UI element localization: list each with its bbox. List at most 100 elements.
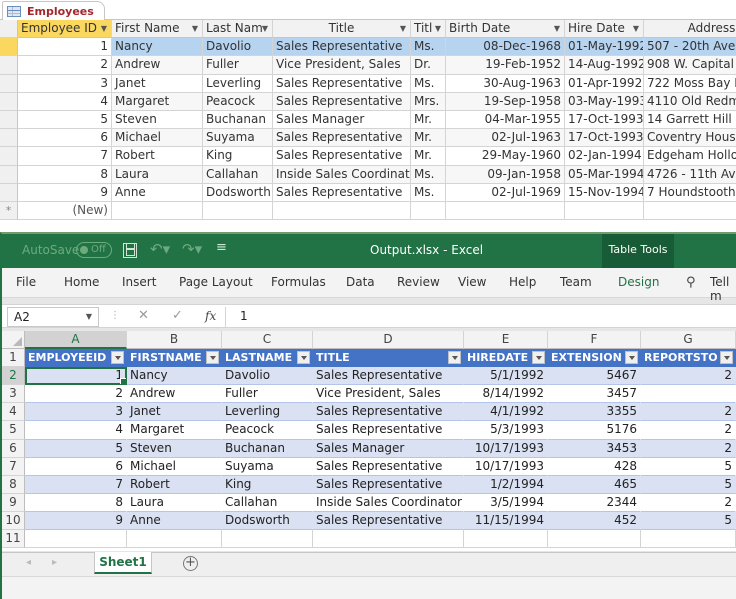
table-cell[interactable]: Michael: [112, 129, 203, 148]
table-cell[interactable]: 7: [18, 147, 112, 166]
table-cell[interactable]: 7 Houndstooth Rd.: [644, 184, 736, 202]
table-row[interactable]: 5 Steven Buchanan Sales Manager Mr. 04-Mar-19…: [0, 110, 736, 130]
table-cell[interactable]: 9: [18, 183, 112, 202]
table-row[interactable]: 2 Andrew Fuller Vice President, Sales Dr. 19-…: [0, 56, 736, 75]
empty-cell[interactable]: [222, 530, 313, 549]
column-letter-header[interactable]: D: [313, 331, 464, 350]
formula-input[interactable]: 1: [240, 309, 248, 323]
chevron-down-icon[interactable]: ▼: [633, 20, 639, 37]
table-row[interactable]: 1 Nancy Davolio Sales Representative Ms. 08-D…: [0, 38, 736, 57]
name-box[interactable]: A2 ▼: [7, 307, 99, 327]
table-cell[interactable]: 4: [25, 421, 127, 440]
table-cell[interactable]: Peacock: [203, 92, 273, 111]
table-cell[interactable]: 08-Dec-1968: [446, 38, 565, 57]
chevron-down-icon[interactable]: ▼: [435, 20, 441, 37]
table-cell[interactable]: Ms.: [411, 165, 446, 184]
search-icon[interactable]: ⚲: [686, 275, 696, 290]
table-cell[interactable]: [644, 202, 736, 221]
table-cell[interactable]: 3: [18, 74, 112, 93]
scroll-right-icon[interactable]: ▸: [52, 557, 57, 568]
table-cell[interactable]: Janet: [112, 74, 203, 93]
table-cell[interactable]: Mr.: [411, 129, 446, 148]
table-cell[interactable]: Dodsworth: [203, 183, 273, 202]
table-cell[interactable]: Fuller: [203, 56, 273, 75]
row-number[interactable]: 8: [2, 475, 25, 494]
table-cell[interactable]: [273, 201, 411, 221]
table-cell[interactable]: Margaret: [127, 421, 222, 440]
table-cell[interactable]: Margaret: [112, 92, 203, 111]
table-cell[interactable]: Sales Representative: [273, 74, 411, 93]
table-cell[interactable]: [446, 201, 565, 221]
table-cell[interactable]: [411, 201, 446, 221]
table-cell[interactable]: Sales Manager: [313, 439, 464, 458]
table-cell[interactable]: 30-Aug-1963: [446, 74, 565, 93]
table-cell[interactable]: 5/1/1992: [464, 367, 548, 386]
table-header-cell[interactable]: FIRSTNAME: [127, 349, 222, 368]
table-cell[interactable]: Robert: [112, 147, 203, 166]
column-letter-header[interactable]: B: [127, 331, 222, 350]
table-cell[interactable]: 4110 Old Redmond Rd.: [644, 92, 736, 111]
table-row[interactable]: 7 Robert King Sales Representative Mr. 29-May…: [0, 147, 736, 166]
table-cell[interactable]: 507 - 20th Ave. E.: [644, 38, 736, 57]
chevron-down-icon[interactable]: ▼: [86, 308, 92, 326]
column-letter-header[interactable]: F: [548, 331, 641, 350]
column-header[interactable]: Titl ▼: [411, 20, 446, 39]
table-cell[interactable]: Buchanan: [222, 439, 313, 458]
table-cell[interactable]: Andrew: [127, 385, 222, 404]
table-cell[interactable]: 5: [641, 475, 736, 494]
table-cell[interactable]: 2: [18, 56, 112, 75]
row-number[interactable]: 1: [2, 349, 25, 368]
record-selector[interactable]: [0, 129, 18, 148]
cancel-icon[interactable]: ✕: [138, 308, 149, 323]
table-cell[interactable]: 02-Jul-1969: [446, 183, 565, 202]
table-cell[interactable]: Anne: [112, 183, 203, 202]
table-cell[interactable]: 4/1/1992: [464, 403, 548, 422]
table-cell[interactable]: 2: [641, 493, 736, 512]
row-number[interactable]: 4: [2, 403, 25, 422]
table-cell[interactable]: 428: [548, 457, 641, 476]
table-cell[interactable]: 14-Aug-1992: [565, 56, 644, 75]
table-header-cell[interactable]: TITLE: [313, 349, 464, 368]
table-cell[interactable]: King: [203, 147, 273, 166]
table-cell[interactable]: Ms.: [411, 74, 446, 93]
column-header[interactable]: Employee ID ▼: [18, 20, 112, 39]
table-cell[interactable]: Michael: [127, 457, 222, 476]
empty-cell[interactable]: [464, 530, 548, 549]
table-cell[interactable]: 8: [18, 165, 112, 184]
table-cell[interactable]: Mr.: [411, 147, 446, 166]
table-cell[interactable]: Suyama: [203, 129, 273, 148]
column-header[interactable]: Title ▼: [273, 20, 411, 39]
table-cell[interactable]: Fuller: [222, 385, 313, 404]
save-icon[interactable]: [123, 243, 137, 258]
table-cell[interactable]: [641, 385, 736, 404]
add-sheet-icon[interactable]: +: [183, 556, 198, 571]
table-cell[interactable]: Edgeham Hollow: [644, 147, 736, 166]
table-cell[interactable]: 3355: [548, 403, 641, 422]
table-cell[interactable]: Robert: [127, 475, 222, 494]
tab-employees[interactable]: Employees: [2, 1, 105, 21]
tab-formulas[interactable]: Formulas: [271, 275, 326, 289]
table-cell[interactable]: Sales Representative: [273, 38, 411, 57]
table-cell[interactable]: 8/14/1992: [464, 385, 548, 404]
empty-cell[interactable]: [641, 530, 736, 549]
table-cell[interactable]: 3457: [548, 385, 641, 404]
table-cell[interactable]: Mrs.: [411, 92, 446, 111]
record-selector[interactable]: [0, 147, 18, 166]
filter-dropdown-icon[interactable]: [111, 351, 124, 365]
table-cell[interactable]: Inside Sales Coordinator: [313, 493, 464, 512]
table-cell[interactable]: Mr.: [411, 110, 446, 130]
table-cell[interactable]: Laura: [112, 165, 203, 184]
tell-me-input[interactable]: Tell m: [710, 275, 736, 303]
record-selector[interactable]: [0, 74, 18, 93]
table-cell[interactable]: 1/2/1994: [464, 475, 548, 494]
table-cell[interactable]: Sales Representative: [313, 421, 464, 440]
row-number[interactable]: 10: [2, 511, 25, 531]
autosave-toggle[interactable]: Off: [76, 242, 112, 258]
filter-dropdown-icon[interactable]: [720, 351, 733, 365]
table-cell[interactable]: 19-Sep-1958: [446, 92, 565, 111]
table-cell[interactable]: 02-Jul-1963: [446, 129, 565, 148]
column-header[interactable]: Address▼: [644, 20, 736, 39]
table-cell[interactable]: 2: [641, 403, 736, 422]
table-cell[interactable]: Nancy: [112, 38, 203, 57]
record-selector[interactable]: [0, 165, 18, 184]
